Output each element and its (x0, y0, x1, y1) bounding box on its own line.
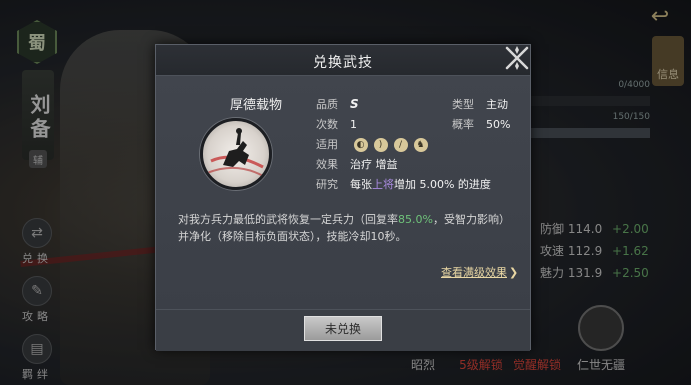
chevron-right-icon: ❯ (509, 266, 519, 279)
close-button[interactable] (501, 42, 533, 74)
chance-label: 概率 (452, 118, 474, 131)
view-full-label: 查看满级效果 (441, 266, 507, 279)
effect-label: 效果 (316, 158, 338, 171)
count-label: 次数 (316, 118, 338, 131)
modal-header: 兑换武技 (156, 45, 530, 76)
type-row: 类型 主动 (452, 96, 508, 112)
research-highlight: 上将 (372, 178, 394, 191)
description-part1: 对我方兵力最低的武将恢复一定兵力（回复率 (178, 213, 398, 226)
shield-icon: ◐ (353, 138, 368, 152)
research-label: 研究 (316, 178, 338, 191)
chance-value: 50% (486, 118, 511, 131)
bow-icon: ) (373, 138, 388, 152)
applicable-row: 适用 ◐ ) / ♞ (316, 136, 428, 152)
close-icon (505, 46, 529, 70)
troop-icons: ◐ ) / ♞ (353, 138, 428, 152)
exchange-skill-modal: 兑换武技 厚德载物 品质 S 次数 1 适用 ◐ ) / ♞ 效果 治疗 增益 … (155, 44, 531, 351)
applicable-label: 适用 (316, 138, 338, 151)
horse-rider-icon (206, 128, 266, 178)
count-row: 次数 1 (316, 116, 357, 132)
count-value: 1 (350, 118, 357, 131)
effect-value: 治疗 增益 (350, 158, 398, 171)
quality-row: 品质 S (316, 96, 359, 112)
modal-footer: 未兑换 (156, 309, 530, 351)
research-prefix: 每张 (350, 178, 372, 191)
modal-title: 兑换武技 (313, 55, 373, 71)
research-suffix: 增加 5.00% 的进度 (394, 178, 491, 191)
exchange-button[interactable]: 未兑换 (304, 316, 382, 341)
type-value: 主动 (486, 98, 508, 111)
view-full-effect-link[interactable]: 查看满级效果 ❯ (441, 264, 518, 280)
description-rate: 85.0% (398, 213, 433, 226)
research-row: 研究 每张上将增加 5.00% 的进度 (316, 176, 491, 192)
type-label: 类型 (452, 98, 474, 111)
chance-row: 概率 50% (452, 116, 510, 132)
effect-row: 效果 治疗 增益 (316, 156, 398, 172)
skill-portrait (200, 118, 272, 190)
skill-description: 对我方兵力最低的武将恢复一定兵力（回复率85.0%，受智力影响）并净化（移除目标… (178, 211, 508, 245)
horse-icon: ♞ (413, 138, 428, 152)
quality-label: 品质 (316, 98, 338, 111)
quality-value: S (350, 97, 359, 111)
spear-icon: / (393, 138, 408, 152)
skill-name: 厚德载物 (229, 98, 282, 113)
